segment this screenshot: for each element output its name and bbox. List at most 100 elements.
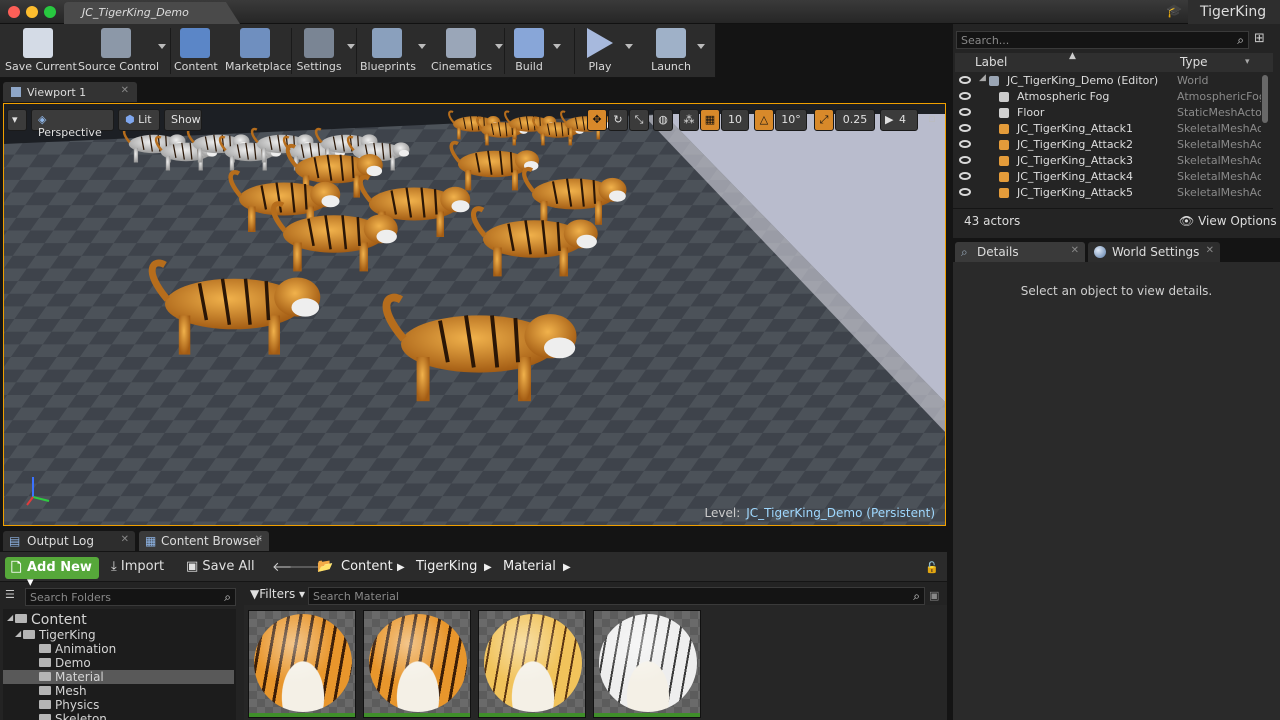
launch-button[interactable]: Launch — [649, 24, 693, 78]
outliner-row[interactable]: JC_TigerKing_Attack2 SkeletalMeshActor — [955, 137, 1261, 153]
cinematics-button[interactable]: Cinematics — [431, 24, 492, 78]
filters-button[interactable]: ▼Filters ▾ — [250, 587, 305, 601]
grid-snap-value[interactable]: 10 — [721, 109, 749, 131]
save-all-button[interactable]: ▣ Save All — [186, 559, 255, 574]
world-space-icon[interactable]: ◍ — [653, 109, 673, 131]
folder-tree-item[interactable]: Animation — [3, 642, 234, 656]
breadcrumb-tigerking[interactable]: TigerKing — [416, 559, 477, 574]
close-window-button[interactable] — [8, 6, 20, 18]
scale-snap-icon[interactable]: ⤢ — [814, 109, 834, 131]
viewport-options-dropdown[interactable]: ▾ — [7, 109, 27, 131]
graduation-cap-icon[interactable]: 🎓 — [1166, 4, 1182, 20]
material-asset-tile[interactable] — [248, 610, 356, 718]
asset-search-input[interactable]: Search Material ⌕ — [308, 587, 925, 605]
type-column-dropdown-icon[interactable]: ▾ — [1245, 57, 1250, 67]
visibility-eye-icon[interactable] — [959, 188, 971, 196]
folder-search-input[interactable]: Search Folders ⌕ — [25, 588, 236, 606]
breadcrumb-chevron-icon[interactable]: ▶ — [563, 562, 571, 573]
type-column-header[interactable]: Type — [1180, 55, 1208, 69]
folder-tree-item[interactable]: Material — [3, 670, 234, 684]
dropdown-arrow-icon[interactable] — [553, 44, 561, 49]
lock-icon[interactable]: 🔓 — [925, 561, 939, 574]
outliner-row[interactable]: Atmospheric Fog AtmosphericFog — [955, 89, 1261, 105]
close-tab-icon[interactable]: ✕ — [1071, 245, 1079, 256]
folder-tree-item[interactable]: Demo — [3, 656, 234, 670]
close-tab-icon[interactable]: ✕ — [121, 534, 129, 545]
label-column-header[interactable]: Label — [975, 55, 1007, 69]
maximize-viewport-icon[interactable]: ▫ — [925, 109, 939, 131]
visibility-eye-icon[interactable] — [959, 92, 971, 100]
outliner-row[interactable]: Floor StaticMeshActor — [955, 105, 1261, 121]
visibility-eye-icon[interactable] — [959, 172, 971, 180]
dropdown-arrow-icon[interactable] — [495, 44, 503, 49]
tab-world-settings[interactable]: World Settings ✕ — [1088, 242, 1220, 262]
outliner-row[interactable]: ◢ JC_TigerKing_Demo (Editor) World — [955, 73, 1260, 89]
outliner-row[interactable]: JC_TigerKing_Attack3 SkeletalMeshActor — [955, 153, 1261, 169]
import-button[interactable]: ⤓ Import — [111, 559, 164, 574]
rotate-icon[interactable]: ↻ — [608, 109, 628, 131]
source-control-button[interactable]: Source Control — [78, 24, 159, 78]
outliner-row[interactable]: JC_TigerKing_Attack1 SkeletalMeshActor — [955, 121, 1261, 137]
visibility-eye-icon[interactable] — [959, 124, 971, 132]
visibility-eye-icon[interactable] — [959, 76, 971, 84]
play-button[interactable]: Play — [579, 24, 621, 78]
dropdown-arrow-icon[interactable] — [418, 44, 426, 49]
expand-arrow-icon[interactable]: ◢ — [15, 629, 21, 638]
dropdown-arrow-icon[interactable] — [158, 44, 166, 49]
breadcrumb-chevron-icon[interactable]: ▶ — [484, 562, 492, 573]
close-tab-icon[interactable]: ✕ — [255, 534, 263, 545]
tab-output-log[interactable]: ▤ Output Log ✕ — [3, 531, 135, 551]
sources-panel-icon[interactable]: ☰ — [5, 588, 19, 602]
blueprints-button[interactable]: Blueprints — [360, 24, 416, 78]
tab-content-browser[interactable]: ▦ Content Browser ✕ — [139, 531, 269, 551]
material-asset-tile[interactable] — [478, 610, 586, 718]
perspective-button[interactable]: ◈ Perspective — [31, 109, 114, 139]
view-options-button[interactable]: 👁 View Options ▾ — [1179, 214, 1280, 228]
folder-tree-item[interactable]: Mesh — [3, 684, 234, 698]
settings-button[interactable]: Settings — [295, 24, 343, 78]
expand-arrow-icon[interactable]: ◢ — [7, 613, 13, 622]
scale-icon[interactable]: ⤡ — [629, 109, 649, 131]
folder-tree-item[interactable]: ◢ Content — [3, 612, 234, 628]
expand-arrow-icon[interactable]: ◢ — [979, 73, 986, 83]
folder-path-icon[interactable]: 📂 — [317, 559, 333, 574]
outliner-row[interactable]: JC_TigerKing_Attack4 SkeletalMeshActor — [955, 169, 1261, 185]
breadcrumb-content[interactable]: Content — [341, 559, 393, 574]
outliner-row[interactable]: JC_TigerKing_Attack5 SkeletalMeshActor — [955, 185, 1261, 201]
close-tab-icon[interactable]: ✕ — [121, 85, 129, 96]
visibility-eye-icon[interactable] — [959, 108, 971, 116]
save-current-button[interactable]: Save Current — [5, 24, 77, 78]
material-asset-tile[interactable] — [593, 610, 701, 718]
outliner-search-input[interactable]: Search... ⌕ — [956, 31, 1249, 49]
build-button[interactable]: Build — [509, 24, 549, 78]
rotation-snap-icon[interactable]: △ — [754, 109, 774, 131]
minimize-window-button[interactable] — [26, 6, 38, 18]
add-filter-icon[interactable]: ⊞ — [1254, 31, 1270, 47]
level-document-tab[interactable]: JC_TigerKing_Demo — [64, 2, 240, 24]
camera-speed-button[interactable]: ▶ 4 — [880, 109, 918, 131]
folder-tree-item[interactable]: ◢ TigerKing — [3, 628, 234, 642]
show-button[interactable]: Show — [164, 109, 202, 131]
viewport-tab[interactable]: Viewport 1 ✕ — [3, 82, 137, 102]
folder-tree-item[interactable]: Skeleton — [3, 712, 234, 720]
add-new-button[interactable]: 🗋 Add New ▾ — [5, 557, 99, 590]
surface-snap-icon[interactable]: ⁂ — [679, 109, 699, 131]
visibility-eye-icon[interactable] — [959, 156, 971, 164]
dropdown-arrow-icon[interactable] — [697, 44, 705, 49]
content-button[interactable]: Content — [174, 24, 218, 78]
folder-tree-item[interactable]: Physics — [3, 698, 234, 712]
scale-snap-value[interactable]: 0.25 — [835, 109, 875, 131]
breadcrumb-chevron-icon[interactable]: ▶ — [397, 562, 405, 573]
dropdown-arrow-icon[interactable] — [625, 44, 633, 49]
grid-snap-icon[interactable]: ▦ — [700, 109, 720, 131]
translate-icon[interactable]: ✥ — [587, 109, 607, 131]
lit-button[interactable]: ⬢ Lit — [118, 109, 160, 131]
marketplace-button[interactable]: Marketplace — [225, 24, 292, 78]
breadcrumb-material[interactable]: Material — [503, 559, 556, 574]
dropdown-arrow-icon[interactable] — [347, 44, 355, 49]
tab-details[interactable]: ⌕ Details ✕ — [955, 242, 1085, 262]
close-tab-icon[interactable]: ✕ — [1206, 245, 1214, 256]
visibility-eye-icon[interactable] — [959, 140, 971, 148]
material-asset-tile[interactable] — [363, 610, 471, 718]
zoom-window-button[interactable] — [44, 6, 56, 18]
